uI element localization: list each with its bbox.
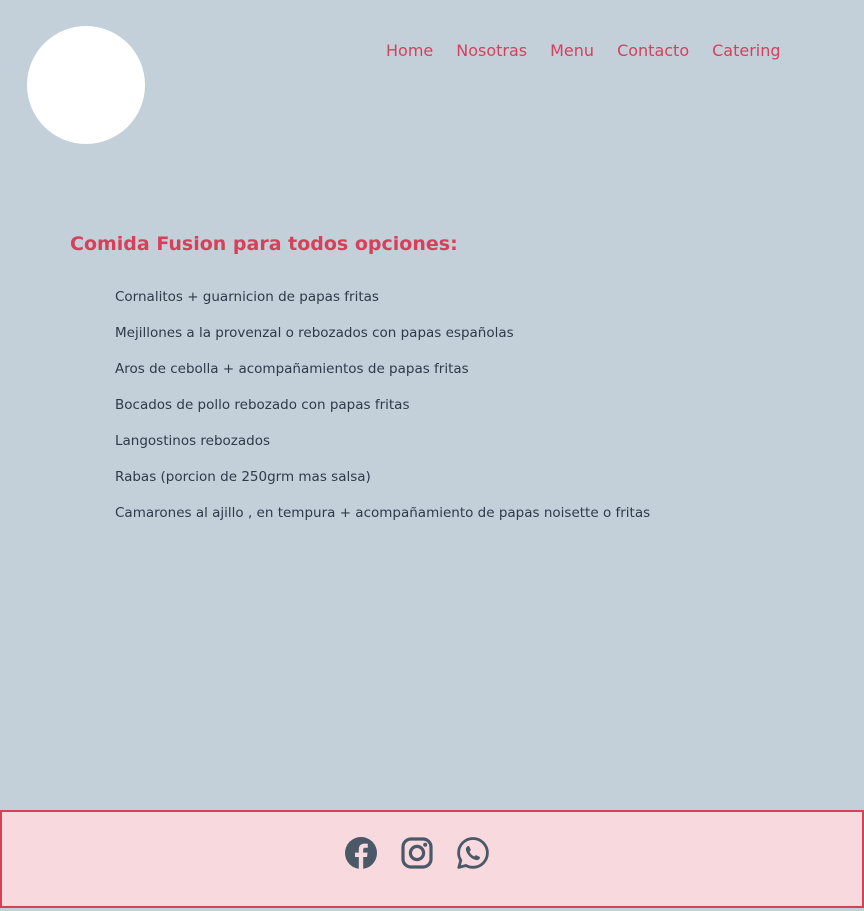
nav-item-contacto[interactable]: Contacto (617, 40, 689, 62)
list-item: Aros de cebolla + acompañamientos de pap… (115, 361, 469, 377)
section-heading: Comida Fusion para todos opciones: (70, 233, 458, 255)
list-item: Langostinos rebozados (115, 433, 271, 449)
logo[interactable] (27, 26, 145, 144)
list-item: Cornalitos + guarnicion de papas fritas (115, 289, 379, 305)
menu-list: Cornalitos + guarnicion de papas fritas … (115, 287, 650, 539)
list-item: Bocados de pollo rebozado con papas frit… (115, 397, 410, 413)
nav-item-nosotras[interactable]: Nosotras (456, 40, 527, 62)
list-item: Camarones al ajillo , en tempura + acomp… (115, 505, 651, 521)
social-links (344, 836, 490, 870)
main-nav: Home Nosotras Menu Contacto Catering (386, 40, 781, 62)
footer (0, 810, 864, 908)
instagram-icon[interactable] (400, 836, 434, 870)
facebook-icon[interactable] (344, 836, 378, 870)
list-item: Rabas (porcion de 250grm mas salsa) (115, 469, 371, 485)
nav-item-menu[interactable]: Menu (550, 40, 594, 62)
nav-item-catering[interactable]: Catering (712, 40, 780, 62)
list-item: Mejillones a la provenzal o rebozados co… (115, 325, 514, 341)
nav-item-home[interactable]: Home (386, 40, 433, 62)
whatsapp-icon[interactable] (456, 836, 490, 870)
